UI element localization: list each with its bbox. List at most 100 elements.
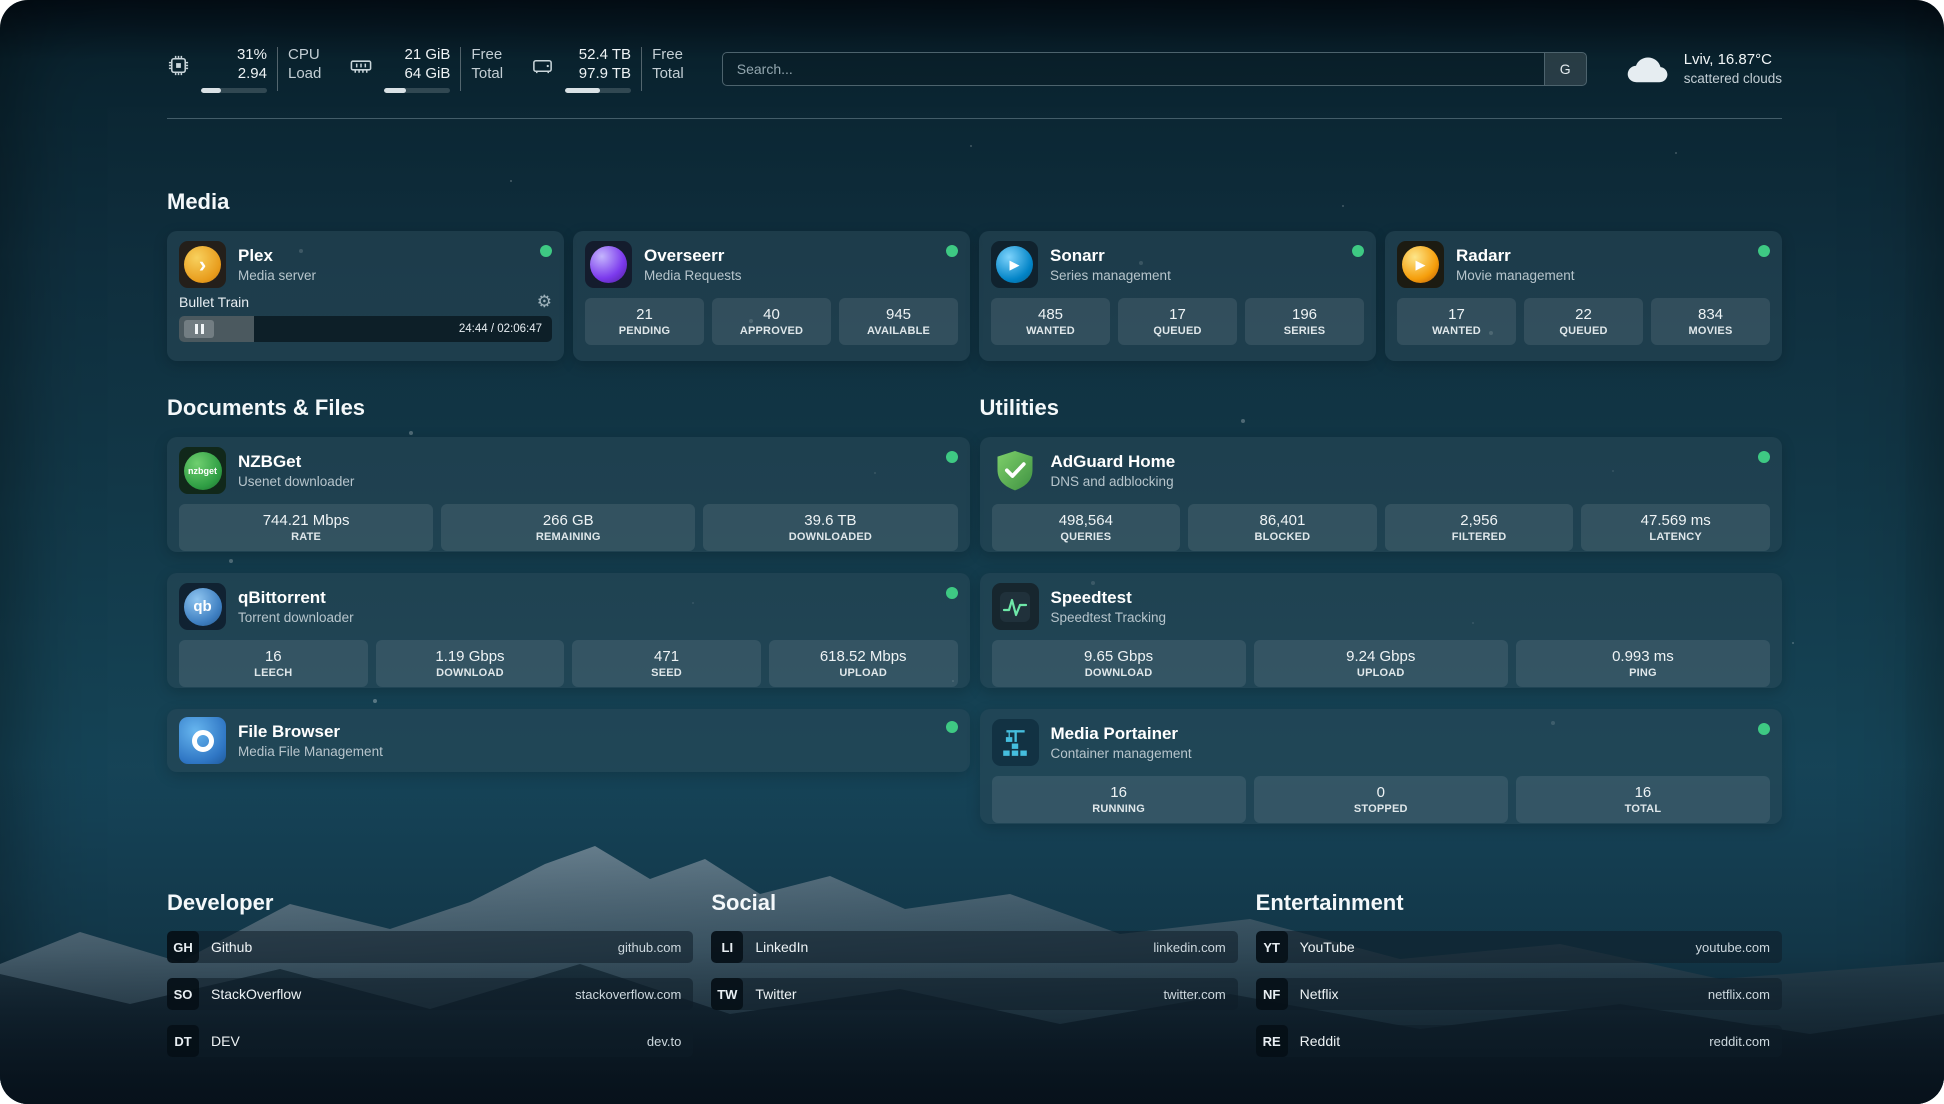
- link-netflix[interactable]: NF Netflix netflix.com: [1256, 978, 1782, 1010]
- search-engine-button[interactable]: G: [1544, 53, 1586, 85]
- stat-blocked: 86,401 BLOCKED: [1188, 504, 1377, 551]
- stat-wanted: 485 WANTED: [991, 298, 1110, 345]
- status-dot-online: [946, 587, 958, 599]
- dashboard-screen: 31% 2.94 CPU Load: [0, 0, 1944, 1104]
- section-title-developer: Developer: [167, 890, 693, 916]
- ram-free-value: 21 GiB: [405, 45, 451, 64]
- link-linkedin[interactable]: LI LinkedIn linkedin.com: [711, 931, 1237, 963]
- stat-available: 945 AVAILABLE: [839, 298, 958, 345]
- app-subtitle: Media server: [238, 267, 316, 284]
- stat-stopped: 0 STOPPED: [1254, 776, 1508, 823]
- disk-total-label: Total: [652, 64, 684, 83]
- dev-badge-icon: DT: [167, 1025, 199, 1057]
- disk-progress-bar: [565, 88, 631, 93]
- app-subtitle: Container management: [1051, 745, 1192, 762]
- ram-progress-bar: [384, 88, 450, 93]
- reddit-badge-icon: RE: [1256, 1025, 1288, 1057]
- stat-seed: 471 SEED: [572, 640, 761, 687]
- header-divider: [167, 118, 1782, 119]
- app-card-sonarr[interactable]: ▶ Sonarr Series management 485 WANTED 17…: [979, 231, 1376, 361]
- playback-progress-bar[interactable]: 24:44 / 02:06:47: [179, 316, 552, 342]
- ram-total-value: 64 GiB: [405, 64, 451, 83]
- app-subtitle: Series management: [1050, 267, 1171, 284]
- app-card-qbittorrent[interactable]: qb qBittorrent Torrent downloader 16 LEE…: [167, 573, 970, 688]
- stat-pending: 21 PENDING: [585, 298, 704, 345]
- cpu-widget: 31% 2.94 CPU Load: [167, 45, 321, 93]
- stat-downloaded: 39.6 TB DOWNLOADED: [703, 504, 957, 551]
- app-card-speedtest[interactable]: Speedtest Speedtest Tracking 9.65 Gbps D…: [980, 573, 1783, 688]
- stat-wanted: 17 WANTED: [1397, 298, 1516, 345]
- app-title: Media Portainer: [1051, 723, 1192, 745]
- weather-widget: Lviv, 16.87°C scattered clouds: [1625, 50, 1782, 88]
- developer-links-column: Developer GH Github github.com SO StackO…: [167, 890, 693, 1057]
- link-stackoverflow[interactable]: SO StackOverflow stackoverflow.com: [167, 978, 693, 1010]
- stat-filtered: 2,956 FILTERED: [1385, 504, 1574, 551]
- status-dot-online: [946, 245, 958, 257]
- link-dev[interactable]: DT DEV dev.to: [167, 1025, 693, 1057]
- stat-queued: 17 QUEUED: [1118, 298, 1237, 345]
- ram-widget: 21 GiB 64 GiB Free Total: [349, 45, 503, 93]
- app-title: NZBGet: [238, 451, 354, 473]
- app-card-overseerr[interactable]: Overseerr Media Requests 21 PENDING 40 A…: [573, 231, 970, 361]
- metric-separator: [460, 47, 461, 91]
- cpu-percent: 31%: [237, 45, 267, 64]
- metric-separator: [277, 47, 278, 91]
- app-subtitle: Movie management: [1456, 267, 1575, 284]
- github-badge-icon: GH: [167, 931, 199, 963]
- stat-remaining: 266 GB REMAINING: [441, 504, 695, 551]
- stat-queries: 498,564 QUERIES: [992, 504, 1181, 551]
- app-card-portainer[interactable]: Media Portainer Container management 16 …: [980, 709, 1783, 824]
- stat-total: 16 TOTAL: [1516, 776, 1770, 823]
- plex-icon: ›: [179, 241, 226, 288]
- ram-icon: [349, 54, 373, 77]
- section-title-documents: Documents & Files: [167, 395, 970, 421]
- twitter-badge-icon: TW: [711, 978, 743, 1010]
- app-card-radarr[interactable]: ▶ Radarr Movie management 17 WANTED 22 Q…: [1385, 231, 1782, 361]
- utilities-column: Utilities: [980, 395, 1783, 824]
- app-card-nzbget[interactable]: nzbget NZBGet Usenet downloader 744.21 M…: [167, 437, 970, 552]
- status-dot-online: [946, 451, 958, 463]
- app-subtitle: Media Requests: [644, 267, 742, 284]
- metric-separator: [641, 47, 642, 91]
- adguard-shield-icon: [992, 447, 1039, 494]
- portainer-crane-icon: [992, 719, 1039, 766]
- cpu-progress-bar: [201, 88, 267, 93]
- radarr-icon: ▶: [1397, 241, 1444, 288]
- app-title: Speedtest: [1051, 587, 1167, 609]
- stat-rate: 744.21 Mbps RATE: [179, 504, 433, 551]
- section-title-media: Media: [167, 189, 1782, 215]
- disk-widget: 52.4 TB 97.9 TB Free Total: [531, 45, 684, 93]
- app-card-adguard[interactable]: AdGuard Home DNS and adblocking 498,564 …: [980, 437, 1783, 552]
- link-twitter[interactable]: TW Twitter twitter.com: [711, 978, 1237, 1010]
- status-dot-online: [1758, 245, 1770, 257]
- app-title: Sonarr: [1050, 245, 1171, 267]
- gear-icon[interactable]: ⚙: [537, 293, 552, 310]
- status-dot-online: [1352, 245, 1364, 257]
- pause-button[interactable]: [184, 320, 214, 338]
- status-dot-online: [1758, 451, 1770, 463]
- filebrowser-icon: [179, 717, 226, 764]
- stat-ping: 0.993 ms PING: [1516, 640, 1770, 687]
- app-subtitle: Speedtest Tracking: [1051, 609, 1167, 626]
- search-input[interactable]: [723, 53, 1544, 85]
- link-reddit[interactable]: RE Reddit reddit.com: [1256, 1025, 1782, 1057]
- dashboard-content: 31% 2.94 CPU Load: [0, 40, 1944, 1057]
- stat-download: 1.19 Gbps DOWNLOAD: [376, 640, 565, 687]
- link-youtube[interactable]: YT YouTube youtube.com: [1256, 931, 1782, 963]
- section-title-social: Social: [711, 890, 1237, 916]
- stat-leech: 16 LEECH: [179, 640, 368, 687]
- app-card-plex[interactable]: › Plex Media server Bullet Train ⚙ 24:44…: [167, 231, 564, 361]
- stat-latency: 47.569 ms LATENCY: [1581, 504, 1770, 551]
- social-links-column: Social LI LinkedIn linkedin.com TW Twitt…: [711, 890, 1237, 1057]
- stat-upload: 9.24 Gbps UPLOAD: [1254, 640, 1508, 687]
- qbittorrent-icon: qb: [179, 583, 226, 630]
- disk-total-value: 97.9 TB: [579, 64, 631, 83]
- stat-queued: 22 QUEUED: [1524, 298, 1643, 345]
- playback-time: 24:44 / 02:06:47: [459, 316, 542, 342]
- netflix-badge-icon: NF: [1256, 978, 1288, 1010]
- app-card-filebrowser[interactable]: File Browser Media File Management: [167, 709, 970, 772]
- disk-free-label: Free: [652, 45, 684, 64]
- ram-total-label: Total: [471, 64, 503, 83]
- link-github[interactable]: GH Github github.com: [167, 931, 693, 963]
- stat-running: 16 RUNNING: [992, 776, 1246, 823]
